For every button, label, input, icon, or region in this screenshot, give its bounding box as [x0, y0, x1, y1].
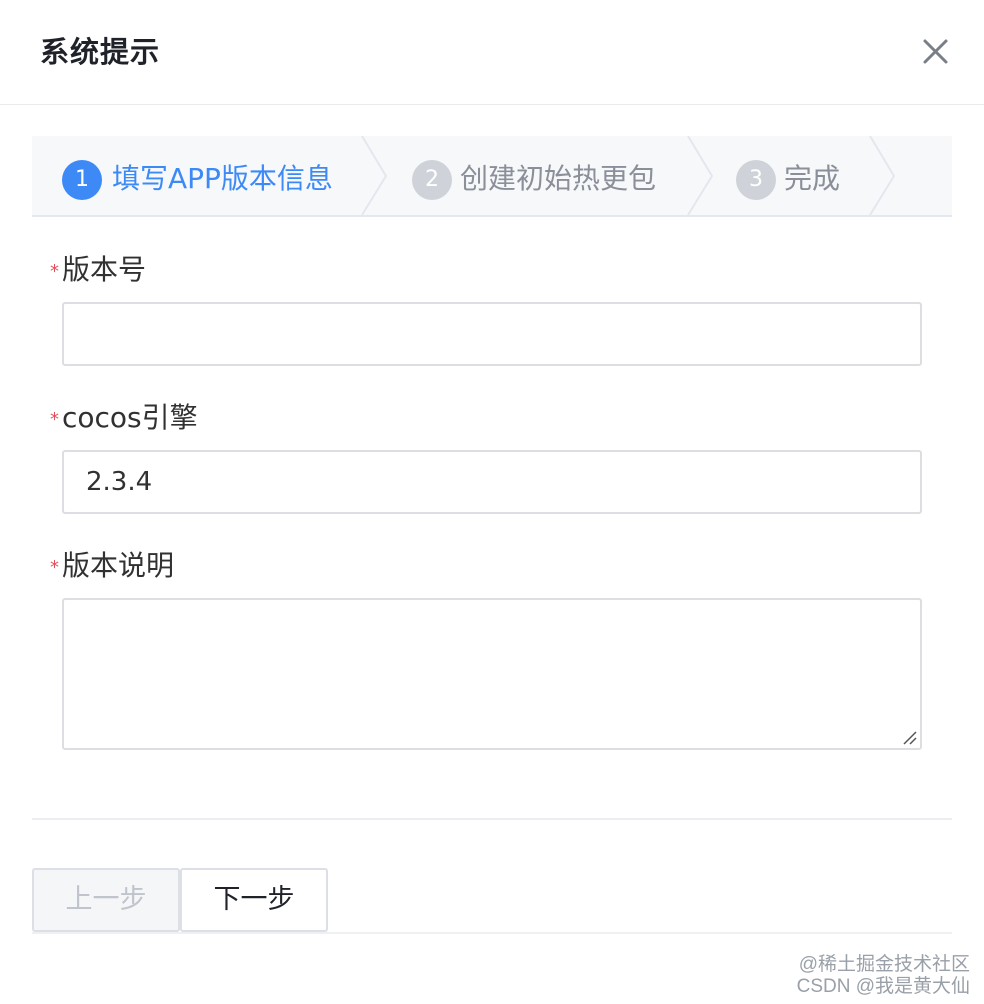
resize-handle-icon[interactable]: [900, 728, 918, 746]
watermark-line: @稀土掘金技术社区: [798, 954, 970, 975]
form-divider: [32, 818, 952, 820]
step-number: 2: [412, 160, 452, 200]
dialog-title: 系统提示: [40, 35, 161, 69]
footer-divider: [32, 932, 952, 934]
description-label: * 版本说明: [50, 549, 175, 582]
required-mark: *: [50, 409, 59, 430]
watermark: @稀土掘金技术社区 CSDN @我是黄大仙: [797, 954, 970, 998]
version-number-label: * 版本号: [50, 253, 147, 286]
prev-step-button[interactable]: 上一步: [32, 868, 180, 932]
system-dialog: 系统提示 1 填写APP版本信息 2 创建初始热更包 3 完成 * 版本号 * …: [0, 0, 984, 1004]
required-mark: *: [50, 261, 59, 282]
engine-label: * cocos引擎: [50, 401, 198, 434]
dialog-header: 系统提示: [0, 0, 984, 105]
required-mark: *: [50, 557, 59, 578]
step-separator-chevron: [687, 136, 714, 215]
step-label: 填写APP版本信息: [112, 162, 333, 195]
step-create-hotupdate: 2 创建初始热更包: [392, 136, 722, 215]
step-separator-chevron: [869, 136, 896, 215]
step-separator-chevron: [361, 136, 388, 215]
watermark-line: CSDN @我是黄大仙: [796, 976, 970, 997]
description-textarea[interactable]: [62, 598, 922, 750]
next-step-button[interactable]: 下一步: [180, 868, 328, 932]
step-label: 完成: [784, 162, 841, 195]
version-number-input[interactable]: [62, 302, 922, 366]
step-number: 1: [62, 160, 102, 200]
engine-version-input[interactable]: [62, 450, 922, 514]
step-fill-app-info: 1 填写APP版本信息: [32, 136, 392, 215]
step-label: 创建初始热更包: [460, 162, 657, 195]
step-number: 3: [736, 160, 776, 200]
close-icon[interactable]: [912, 30, 958, 76]
step-bar: 1 填写APP版本信息 2 创建初始热更包 3 完成: [32, 136, 952, 217]
